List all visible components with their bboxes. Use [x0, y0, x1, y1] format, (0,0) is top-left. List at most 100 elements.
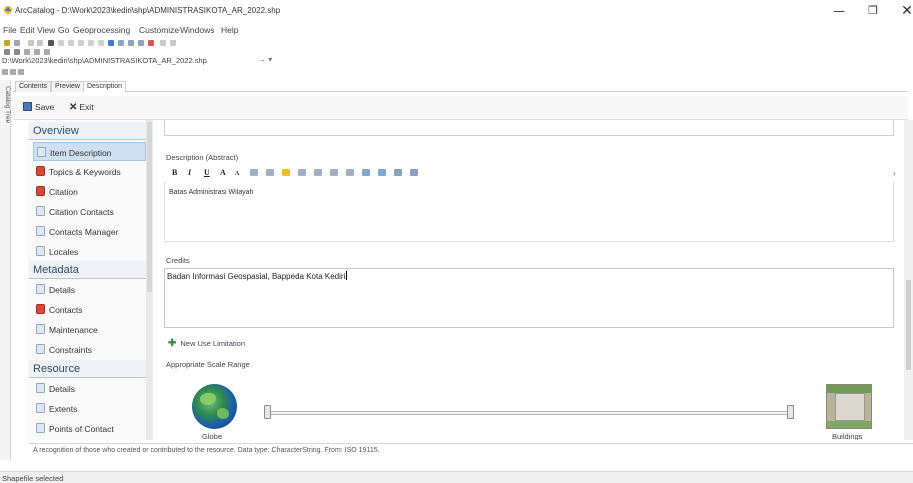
nav-item-label: Contacts	[49, 305, 83, 315]
toolbar-overflow-icon[interactable]: ›	[893, 169, 896, 178]
exit-button[interactable]: ✕ Exit	[69, 102, 94, 113]
new-use-limitation-button[interactable]: ✚ New Use Limitation	[168, 338, 245, 349]
nav-panel-scroll-thumb[interactable]	[147, 122, 152, 292]
menu-bar: File Edit View Go Geoprocessing Customiz…	[0, 24, 913, 36]
subscript-button[interactable]: A	[235, 171, 239, 177]
maximize-button[interactable]: ❐	[856, 0, 890, 24]
underline-button[interactable]: U	[204, 168, 210, 177]
align-right-icon[interactable]	[330, 169, 338, 176]
copy-icon[interactable]	[28, 40, 34, 46]
nav-topics-keywords[interactable]: Topics & Keywords	[33, 162, 146, 181]
credits-textarea[interactable]: Badan Informasi Geospasial, Bappeda Kota…	[164, 268, 894, 328]
indent-icon[interactable]	[378, 169, 386, 176]
menu-windows[interactable]: Windows	[180, 25, 214, 35]
toolbar-icon[interactable]	[98, 40, 104, 46]
pan-icon[interactable]	[24, 49, 30, 55]
toolbox-icon[interactable]	[128, 40, 134, 46]
summary-field[interactable]	[164, 120, 894, 136]
nav-metadata-contacts[interactable]: Contacts	[33, 300, 146, 319]
tab-preview[interactable]: Preview	[51, 81, 84, 92]
outdent-icon[interactable]	[362, 169, 370, 176]
minimize-button[interactable]: —	[822, 0, 856, 24]
abstract-textarea[interactable]: Batas Administrasi Wilayah	[164, 182, 894, 242]
nav-item-description[interactable]: Item Description	[33, 142, 146, 161]
numbered-list-icon[interactable]	[266, 169, 274, 176]
menu-go[interactable]: Go	[58, 25, 69, 35]
tab-contents[interactable]: Contents	[15, 81, 52, 92]
align-center-icon[interactable]	[314, 169, 322, 176]
toolbar-icon[interactable]	[170, 40, 176, 46]
nav-locales[interactable]: Locales	[33, 242, 146, 261]
connect-folder-icon[interactable]	[4, 40, 10, 46]
nav-maintenance[interactable]: Maintenance	[33, 320, 146, 339]
toolbar-icon[interactable]	[10, 69, 16, 75]
location-go-icon[interactable]: → ▾	[258, 55, 272, 64]
identify-icon[interactable]	[44, 49, 50, 55]
location-path[interactable]: D:\Work\2023\kediri\shp\ADMINISTRASIKOTA…	[2, 56, 207, 65]
buildings-trees	[827, 385, 871, 393]
bold-button[interactable]: B	[172, 168, 177, 177]
close-button[interactable]: ✕	[890, 0, 913, 24]
incomplete-icon	[36, 186, 45, 196]
nav-points-of-contact[interactable]: Points of Contact	[33, 419, 146, 438]
resource-header[interactable]: Resource	[29, 360, 146, 378]
bulleted-list-icon[interactable]	[250, 169, 258, 176]
disconnect-folder-icon[interactable]	[14, 40, 20, 46]
overview-header[interactable]: Overview	[29, 122, 146, 140]
nav-metadata-details[interactable]: Details	[33, 280, 146, 299]
nav-contacts-manager[interactable]: Contacts Manager	[33, 222, 146, 241]
toolbar-icon[interactable]	[68, 40, 74, 46]
nav-citation-contacts[interactable]: Citation Contacts	[33, 202, 146, 221]
toolbar-icon[interactable]	[160, 40, 166, 46]
nav-constraints[interactable]: Constraints	[33, 340, 146, 359]
scale-min-handle[interactable]	[264, 405, 271, 419]
scale-max-handle[interactable]	[787, 405, 794, 419]
delete-icon[interactable]	[48, 40, 54, 46]
catalog-tree-strip[interactable]: Catalog Tree	[0, 80, 11, 460]
editor-scroll-thumb[interactable]	[906, 280, 911, 370]
toolbar-icon[interactable]	[88, 40, 94, 46]
highlight-icon[interactable]	[282, 169, 290, 176]
scale-range-slider[interactable]	[264, 411, 794, 415]
globe-land	[200, 393, 216, 405]
undo-icon[interactable]	[394, 169, 402, 176]
zoom-out-icon[interactable]	[14, 49, 20, 55]
menu-help[interactable]: Help	[221, 25, 238, 35]
toolbar-icon[interactable]	[78, 40, 84, 46]
menu-geoprocessing[interactable]: Geoprocessing	[73, 25, 130, 35]
catalog-window-icon[interactable]	[118, 40, 124, 46]
nav-extents[interactable]: Extents	[33, 399, 146, 418]
nav-citation[interactable]: Citation	[33, 182, 146, 201]
document-icon	[36, 246, 45, 256]
toolbar-icon[interactable]	[18, 69, 24, 75]
toolbar-icon[interactable]	[58, 40, 64, 46]
superscript-button[interactable]: A	[220, 168, 226, 177]
window-title: ArcCatalog - D:\Work\2023\kediri\shp\ADM…	[15, 6, 281, 15]
zoom-in-icon[interactable]	[4, 49, 10, 55]
modelbuilder-icon[interactable]	[148, 40, 154, 46]
redo-icon[interactable]	[410, 169, 418, 176]
full-extent-icon[interactable]	[34, 49, 40, 55]
nav-resource-details[interactable]: Details	[33, 379, 146, 398]
python-window-icon[interactable]	[138, 40, 144, 46]
catalog-tree-label[interactable]: Catalog Tree	[0, 86, 11, 123]
toolbar-icon[interactable]	[2, 69, 8, 75]
metadata-header[interactable]: Metadata	[29, 261, 146, 279]
menu-view[interactable]: View	[37, 25, 55, 35]
menu-customize[interactable]: Customize	[139, 25, 179, 35]
search-icon[interactable]	[108, 40, 114, 46]
menu-file[interactable]: File	[3, 25, 17, 35]
buildings-trees	[827, 421, 871, 428]
save-icon	[23, 102, 32, 111]
save-button[interactable]: Save	[23, 102, 54, 112]
justify-icon[interactable]	[346, 169, 354, 176]
menu-edit[interactable]: Edit	[20, 25, 35, 35]
exit-icon: ✕	[69, 102, 78, 113]
align-left-icon[interactable]	[298, 169, 306, 176]
tab-description[interactable]: Description	[83, 81, 127, 92]
editor-scrollbar[interactable]	[904, 120, 913, 440]
paste-icon[interactable]	[37, 40, 43, 46]
italic-button[interactable]: I	[188, 168, 191, 177]
status-bar: Shapefile selected	[0, 471, 913, 483]
nav-panel-scrollbar[interactable]	[146, 120, 153, 440]
